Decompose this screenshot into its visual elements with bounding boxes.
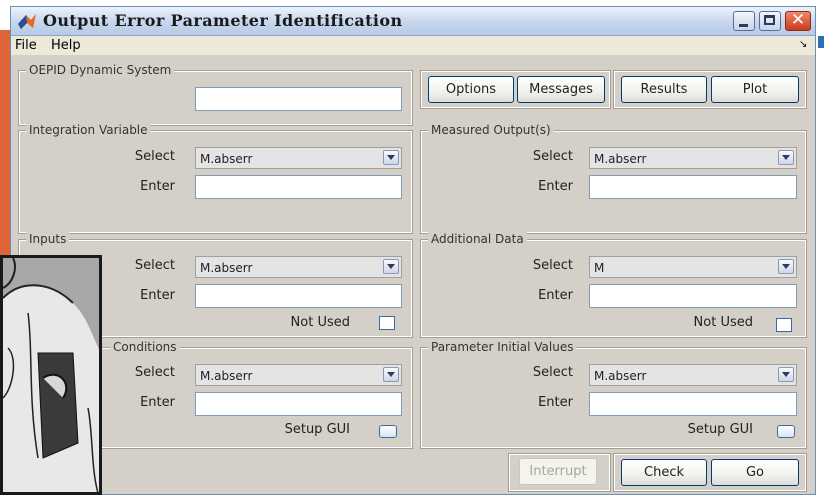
panel-parameter-initial-values: Parameter Initial Values Select M.abserr… [420,340,807,449]
measured-select-value: M.abserr [594,152,647,166]
panel-title-inputs: Inputs [26,232,70,246]
plot-button[interactable]: Plot [711,76,799,103]
menu-dock-arrow-icon[interactable]: ↘ [799,39,807,50]
additional-select[interactable]: M [589,256,797,278]
additional-select-label: Select [532,258,573,273]
illustration-person-icon [3,258,99,492]
title-bar[interactable]: Output Error Parameter Identification ✕ [11,7,815,36]
initial-select[interactable]: M.abserr [195,364,402,386]
measured-select[interactable]: M.abserr [589,147,797,169]
chevron-down-icon[interactable] [778,367,794,382]
inputs-not-used-checkbox[interactable] [379,316,395,330]
additional-not-used-label: Not Used [693,315,753,330]
panel-view-buttons: Options Messages [420,70,611,109]
panel-title-measured: Measured Output(s) [428,123,554,137]
additional-not-used-checkbox[interactable] [776,318,792,332]
panel-additional-data: Additional Data Select M Enter Not Used [420,232,807,338]
chevron-down-icon[interactable] [383,259,399,274]
menu-bar: File Help ↘ [11,36,815,55]
panel-dynamic-system: OEPID Dynamic System [18,63,413,126]
matlab-icon [18,14,36,29]
parameters-setup-gui-label: Setup GUI [687,422,753,437]
background-blue-mark [818,36,824,48]
parameters-setup-gui-button[interactable] [777,425,795,438]
window-title: Output Error Parameter Identification [43,11,403,30]
parameters-enter-label: Enter [538,395,573,410]
illustration-image [0,255,102,495]
app-window: Output Error Parameter Identification ✕ … [10,6,816,495]
chevron-down-icon[interactable] [383,150,399,165]
panel-title-additional: Additional Data [428,232,527,246]
parameters-enter-input[interactable] [589,392,797,416]
panel-title-integration: Integration Variable [26,123,151,137]
go-button[interactable]: Go [711,459,799,486]
panel-run-buttons: Check Go [613,453,807,492]
initial-select-value: M.abserr [200,369,253,383]
panel-integration-variable: Integration Variable Select M.abserr Ent… [18,123,413,234]
inputs-select-value: M.abserr [200,261,253,275]
panel-title-initial-conditions: Conditions [110,340,180,354]
inputs-select[interactable]: M.abserr [195,256,402,278]
measured-enter-input[interactable] [589,175,797,199]
menu-help[interactable]: Help [51,38,81,53]
initial-enter-input[interactable] [195,392,402,416]
inputs-enter-input[interactable] [195,284,402,308]
chevron-down-icon[interactable] [778,259,794,274]
integration-enter-label: Enter [140,179,175,194]
initial-setup-gui-button[interactable] [379,425,397,438]
parameters-select[interactable]: M.abserr [589,364,797,386]
chevron-down-icon[interactable] [778,150,794,165]
initial-setup-gui-label: Setup GUI [284,422,350,437]
maximize-icon [764,15,775,25]
messages-button[interactable]: Messages [517,76,605,103]
panel-output-buttons: Results Plot [613,70,807,109]
parameters-select-label: Select [532,365,573,380]
dynamic-system-input[interactable] [195,87,402,111]
parameters-select-value: M.abserr [594,369,647,383]
maximize-button[interactable] [759,11,781,31]
menu-file[interactable]: File [15,38,37,53]
additional-enter-input[interactable] [589,284,797,308]
inputs-not-used-label: Not Used [290,315,350,330]
minimize-icon [739,24,748,27]
panel-title-dynamic-system: OEPID Dynamic System [26,63,175,77]
close-icon: ✕ [790,10,806,30]
close-button[interactable]: ✕ [785,10,811,31]
panel-measured-outputs: Measured Output(s) Select M.abserr Enter [420,123,807,234]
measured-select-label: Select [532,149,573,164]
integration-select-label: Select [134,149,175,164]
chevron-down-icon[interactable] [383,367,399,382]
options-button[interactable]: Options [428,76,514,103]
check-button[interactable]: Check [621,459,707,486]
integration-select-value: M.abserr [200,152,253,166]
interrupt-button[interactable]: Interrupt [519,458,597,485]
minimize-button[interactable] [733,11,755,31]
integration-select[interactable]: M.abserr [195,147,402,169]
results-button[interactable]: Results [621,76,707,103]
panel-interrupt: Interrupt [508,453,611,492]
panel-title-parameters: Parameter Initial Values [428,340,577,354]
additional-select-value: M [594,261,605,275]
integration-enter-input[interactable] [195,175,402,199]
additional-enter-label: Enter [538,288,573,303]
measured-enter-label: Enter [538,179,573,194]
